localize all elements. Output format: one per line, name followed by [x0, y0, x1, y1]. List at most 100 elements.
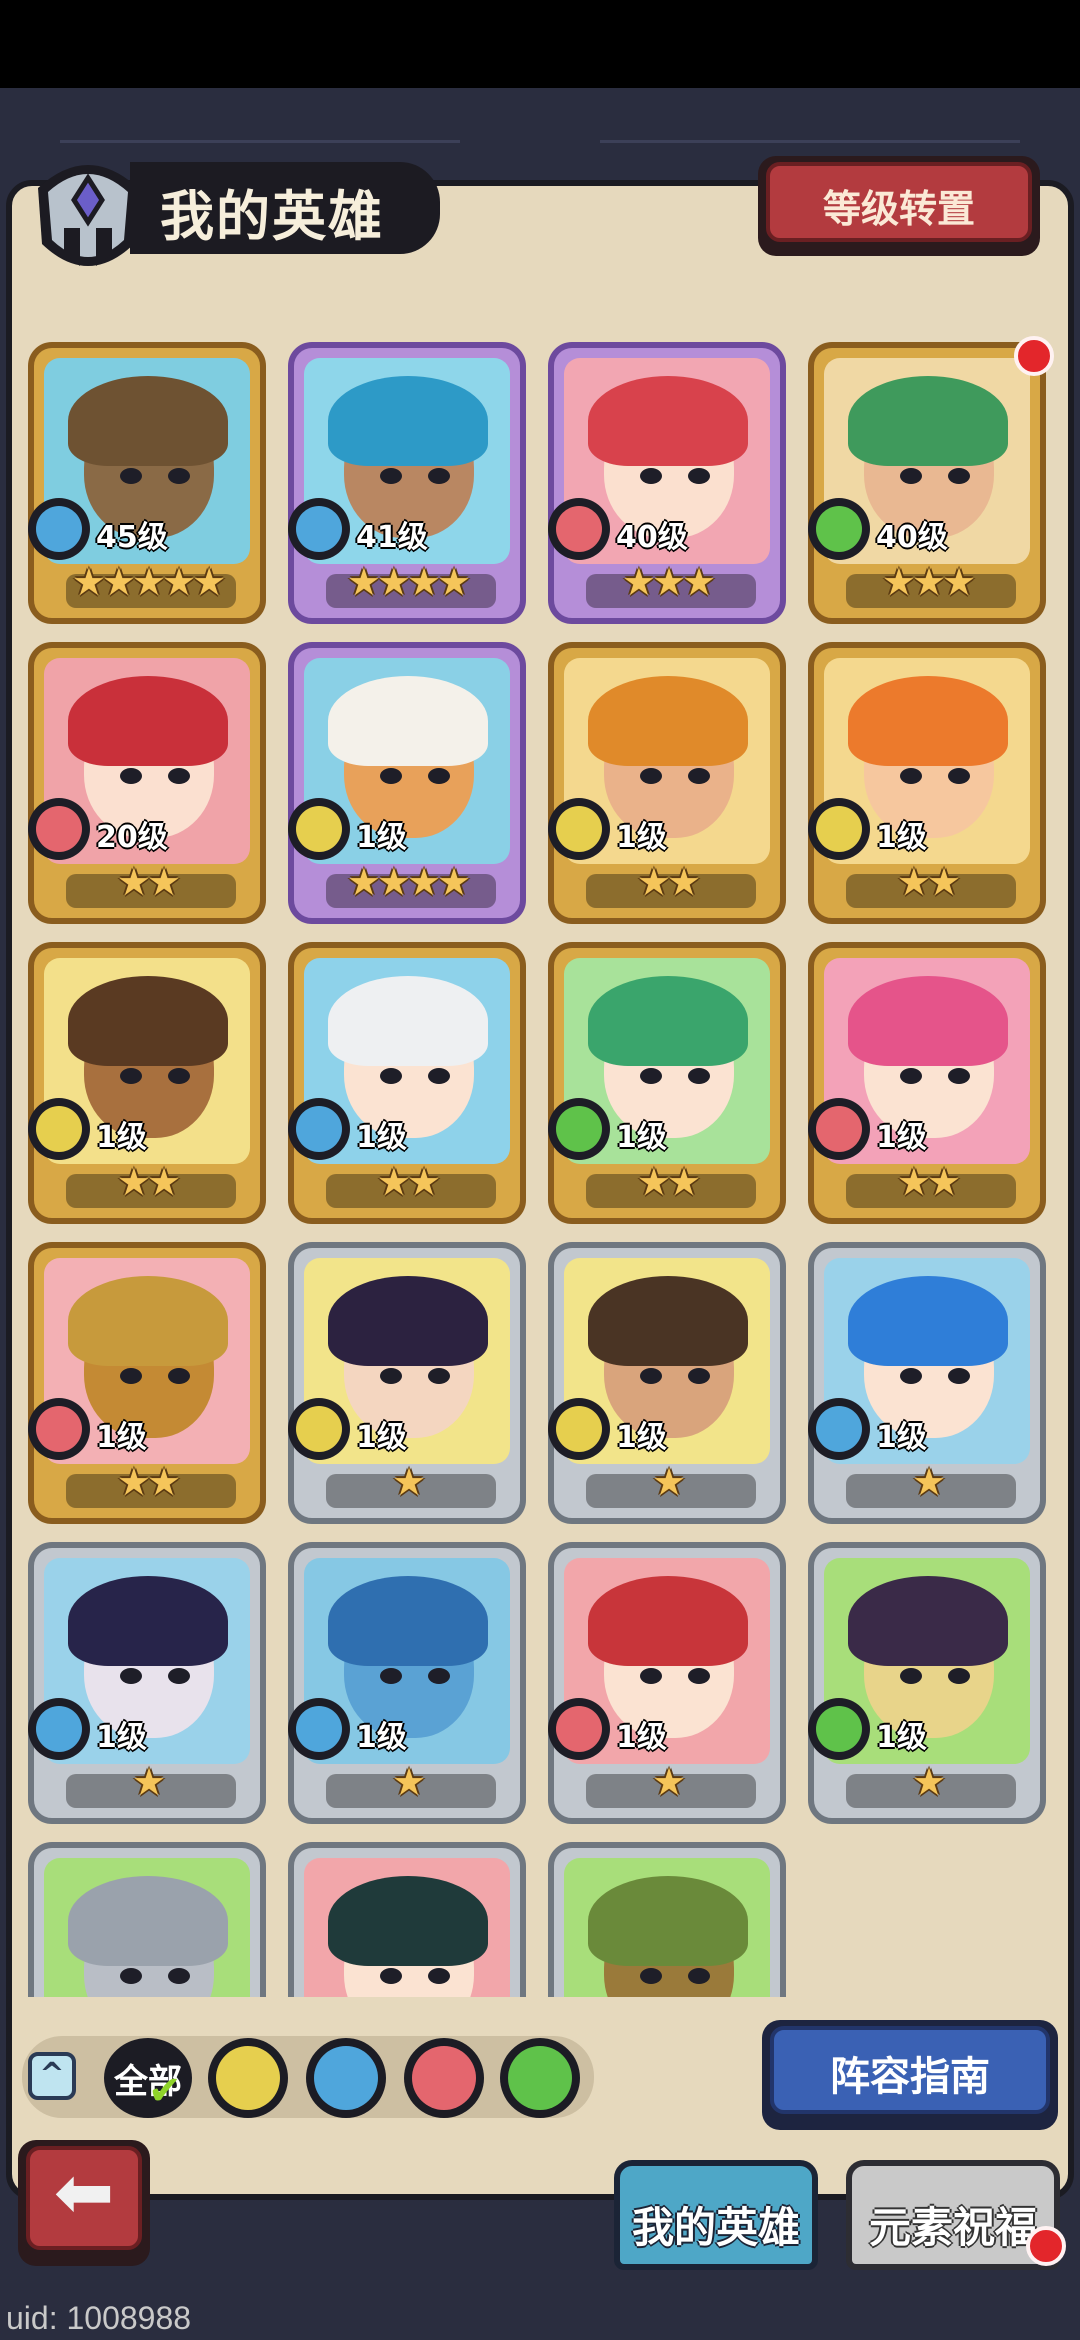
- water-element-icon: [808, 1398, 870, 1460]
- hero-card[interactable]: 1级 ★: [808, 1242, 1046, 1524]
- hero-card[interactable]: 40级 ★★★: [808, 342, 1046, 624]
- back-button[interactable]: ⬅: [18, 2140, 150, 2266]
- hero-stars: ★★★: [621, 560, 716, 604]
- earth-element-icon: [548, 798, 610, 860]
- filter-fire-button[interactable]: [404, 2038, 484, 2118]
- hero-card[interactable]: 41级 ★★★★: [288, 342, 526, 624]
- tab-my-heroes-label: 我的英雄: [631, 2203, 800, 2252]
- notification-dot: [1026, 2226, 1066, 2266]
- hero-stars: ★★★★: [346, 860, 471, 904]
- hero-level: 1级: [876, 820, 927, 855]
- hero-card[interactable]: 1级 ★: [288, 1242, 526, 1524]
- hero-level: 40级: [616, 520, 688, 555]
- check-icon: ✔: [148, 2068, 182, 2114]
- status-bar: [0, 0, 1080, 88]
- hero-card[interactable]: [288, 1842, 526, 1997]
- filter-earth-button[interactable]: [208, 2038, 288, 2118]
- hero-stars: ★★: [896, 860, 961, 904]
- earth-element-icon: [28, 1098, 90, 1160]
- fire-element-icon: [28, 798, 90, 860]
- hero-card[interactable]: 1级 ★: [548, 1542, 786, 1824]
- hero-level: 1级: [616, 1420, 667, 1455]
- hero-stars: ★★★: [881, 560, 976, 604]
- hero-portrait: [564, 1858, 770, 1997]
- hero-stars: ★★: [116, 1160, 181, 1204]
- hero-card[interactable]: 1级 ★★: [808, 642, 1046, 924]
- wind-element-icon: [808, 498, 870, 560]
- hero-stars: ★★: [636, 860, 701, 904]
- earth-element-icon: [288, 798, 350, 860]
- tab-element-blessing-label: 元素祝福: [868, 2203, 1037, 2252]
- page-title: 我的英雄: [160, 185, 384, 248]
- notification-dot: [1014, 336, 1054, 376]
- filter-wind-button[interactable]: [500, 2038, 580, 2118]
- hero-stars: ★: [651, 1460, 686, 1504]
- hero-level: 1级: [356, 1120, 407, 1155]
- hero-card[interactable]: [28, 1842, 266, 1997]
- hero-card[interactable]: 45级 ★★★★★: [28, 342, 266, 624]
- water-element-icon: [288, 498, 350, 560]
- collapse-toggle-button[interactable]: ^: [28, 2052, 76, 2100]
- hero-level: 1级: [96, 1720, 147, 1755]
- filter-water-button[interactable]: [306, 2038, 386, 2118]
- decor-line: [60, 140, 460, 143]
- earth-element-icon: [288, 1398, 350, 1460]
- hero-stars: ★★: [376, 1160, 441, 1204]
- hero-stars: ★: [131, 1760, 166, 1804]
- hero-card[interactable]: 1级 ★★: [548, 642, 786, 924]
- hero-level: 1级: [616, 820, 667, 855]
- lineup-guide-button[interactable]: 阵容指南: [762, 2020, 1058, 2130]
- hero-stars: ★: [651, 1760, 686, 1804]
- water-element-icon: [288, 1698, 350, 1760]
- hero-card[interactable]: 1级 ★★: [288, 942, 526, 1224]
- fire-element-icon: [808, 1098, 870, 1160]
- hero-portrait: [304, 1858, 510, 1997]
- uid-label: uid: 1008988: [6, 2300, 192, 2336]
- hero-card[interactable]: 40级 ★★★: [548, 342, 786, 624]
- hero-card[interactable]: 1级 ★★: [808, 942, 1046, 1224]
- hero-level: 1级: [616, 1720, 667, 1755]
- hero-card[interactable]: 1级 ★: [548, 1242, 786, 1524]
- earth-element-icon: [216, 2046, 280, 2110]
- hero-level: 45级: [96, 520, 168, 555]
- wind-element-icon: [508, 2046, 572, 2110]
- hero-card[interactable]: [548, 1842, 786, 1997]
- hero-level: 1级: [616, 1120, 667, 1155]
- hero-portrait: [44, 1858, 250, 1997]
- level-reset-label: 等级转置: [822, 187, 975, 231]
- hero-grid[interactable]: 45级 ★★★★★ 41级 ★★★★ 40级 ★★★ 40级 ★★★ 20级 ★★ 1级 ★★★★ 1级…: [28, 342, 1048, 1997]
- lineup-guide-label: 阵容指南: [830, 2054, 990, 2100]
- hero-level: 1级: [96, 1120, 147, 1155]
- hero-stars: ★★★★★: [71, 560, 226, 604]
- hero-stars: ★: [911, 1460, 946, 1504]
- tab-my-heroes[interactable]: 我的英雄: [614, 2160, 818, 2270]
- hero-card[interactable]: 1级 ★★★★: [288, 642, 526, 924]
- hero-level: 1级: [876, 1720, 927, 1755]
- hero-stars: ★★★★: [346, 560, 471, 604]
- hero-card[interactable]: 1级 ★: [28, 1542, 266, 1824]
- water-element-icon: [314, 2046, 378, 2110]
- hero-level: 40级: [876, 520, 948, 555]
- level-reset-button[interactable]: 等级转置: [758, 156, 1040, 256]
- water-element-icon: [28, 498, 90, 560]
- hero-stars: ★★: [116, 1460, 181, 1504]
- water-element-icon: [28, 1698, 90, 1760]
- hero-stars: ★★: [636, 1160, 701, 1204]
- hero-card[interactable]: 20级 ★★: [28, 642, 266, 924]
- hero-card[interactable]: 1级 ★: [808, 1542, 1046, 1824]
- hero-card[interactable]: 1级 ★★: [28, 942, 266, 1224]
- hero-stars: ★★: [116, 860, 181, 904]
- hero-card[interactable]: 1级 ★★: [28, 1242, 266, 1524]
- hero-card[interactable]: 1级 ★★: [548, 942, 786, 1224]
- wind-element-icon: [808, 1698, 870, 1760]
- hero-card[interactable]: 1级 ★: [288, 1542, 526, 1824]
- hero-level: 1级: [876, 1420, 927, 1455]
- hero-stars: ★: [391, 1460, 426, 1504]
- fire-element-icon: [412, 2046, 476, 2110]
- decor-line: [600, 140, 1020, 143]
- hero-stars: ★: [391, 1760, 426, 1804]
- hero-level: 1级: [356, 820, 407, 855]
- hero-level: 1级: [356, 1420, 407, 1455]
- hero-level: 20级: [96, 820, 168, 855]
- hero-stars: ★★: [896, 1160, 961, 1204]
